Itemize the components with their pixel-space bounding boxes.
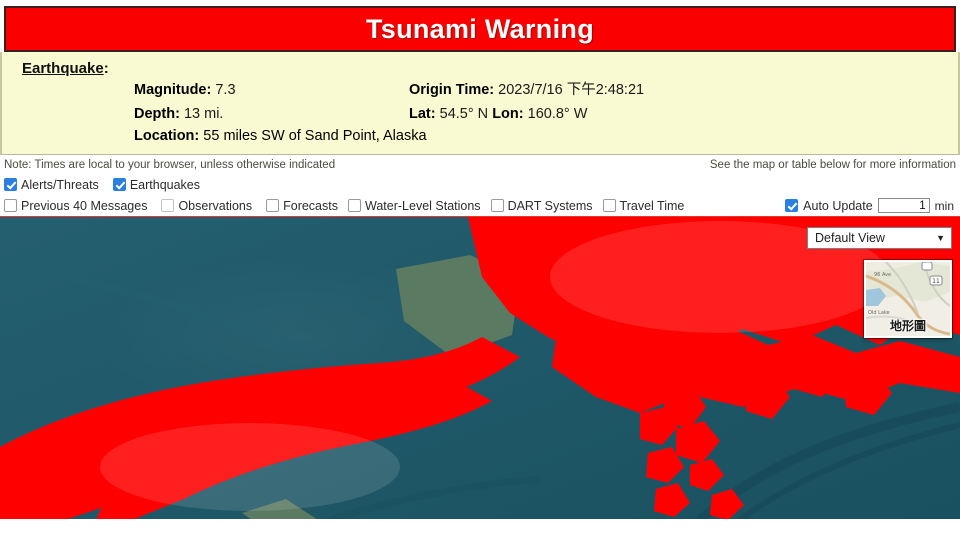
- checkbox-previous-40-messages-box[interactable]: [4, 199, 17, 212]
- map-view-select[interactable]: Default View ▼: [807, 227, 952, 249]
- map-type-label: 地形圖: [889, 319, 926, 333]
- layer-toggles-row-1: Alerts/Threats Earthquakes: [4, 174, 956, 195]
- checkbox-forecasts[interactable]: Forecasts: [266, 199, 338, 213]
- magnitude-row: Magnitude: 7.3: [134, 80, 409, 101]
- layer-toggles-row-2: Previous 40 Messages Observations Foreca…: [4, 195, 956, 216]
- map-view-select-value: Default View: [815, 231, 885, 245]
- checkbox-dart-systems[interactable]: DART Systems: [490, 198, 593, 213]
- auto-update-group: Auto Update min: [785, 198, 954, 213]
- layer-toggles: Alerts/Threats Earthquakes Previous 40 M…: [0, 173, 960, 216]
- checkbox-earthquakes-label: Earthquakes: [129, 177, 200, 192]
- magnitude-label: Magnitude:: [134, 82, 212, 98]
- note-right-text: See the map or table below for more info…: [709, 158, 956, 171]
- checkbox-observations[interactable]: Observations: [161, 199, 252, 213]
- origin-time-value: 2023/7/16 下午2:48:21: [498, 82, 645, 98]
- origin-time-row: Origin Time: 2023/7/16 下午2:48:21: [409, 80, 952, 101]
- earthquake-info-panel: Earthquake: Magnitude: 7.3 Origin Time: …: [0, 52, 960, 155]
- checkbox-alerts-threats[interactable]: Alerts/Threats: [4, 178, 99, 192]
- lon-value: 160.8° W: [527, 106, 588, 123]
- lon-label: Lon:: [492, 106, 524, 123]
- checkbox-dart-systems-label: DART Systems: [507, 198, 593, 213]
- checkbox-previous-40-messages-label: Previous 40 Messages: [21, 198, 148, 213]
- note-left-text: Note: Times are local to your browser, u…: [4, 158, 336, 171]
- checkbox-travel-time-box[interactable]: [602, 199, 616, 212]
- map-geometry-layer: [0, 217, 960, 519]
- auto-update-interval-input[interactable]: [877, 198, 930, 213]
- tsunami-warning-banner: Tsunami Warning: [4, 6, 956, 52]
- lat-label: Lat:: [409, 106, 436, 123]
- magnitude-value: 7.3: [215, 82, 236, 98]
- banner-container: Tsunami Warning: [0, 0, 960, 52]
- checkbox-forecasts-label: Forecasts: [283, 198, 338, 213]
- origin-time-label: Origin Time:: [409, 82, 495, 98]
- depth-label: Depth:: [134, 106, 180, 123]
- checkbox-travel-time-label: Travel Time: [619, 198, 685, 213]
- depth-value: 13 mi.: [183, 106, 224, 123]
- lat-value: 54.5° N: [439, 106, 489, 123]
- note-row: Note: Times are local to your browser, u…: [0, 155, 960, 173]
- svg-text:Old Lake: Old Lake: [868, 310, 890, 316]
- depth-row: Depth: 13 mi.: [134, 104, 409, 125]
- checkbox-water-level-stations-label: Water-Level Stations: [365, 198, 481, 213]
- page-title: Tsunami Warning: [365, 13, 594, 44]
- checkbox-observations-box[interactable]: [161, 199, 175, 212]
- checkbox-water-level-stations-box[interactable]: [348, 199, 361, 212]
- svg-text:11: 11: [932, 278, 940, 285]
- checkbox-alerts-threats-label: Alerts/Threats: [21, 177, 99, 192]
- location-row: Location: 55 miles SW of Sand Point, Ala…: [134, 128, 952, 144]
- map-type-switcher[interactable]: 11 96 Ave Old Lake 地形圖: [864, 260, 952, 338]
- checkbox-previous-40-messages[interactable]: Previous 40 Messages: [4, 199, 147, 213]
- chevron-down-icon: ▼: [936, 232, 945, 243]
- earthquake-heading: Earthquake:: [22, 60, 952, 77]
- tsunami-map[interactable]: Default View ▼ 11 96 Ave Old Lake 地形圖: [0, 216, 960, 519]
- checkbox-forecasts-box[interactable]: [266, 199, 280, 212]
- checkbox-earthquakes[interactable]: Earthquakes: [112, 177, 200, 192]
- checkbox-auto-update-box[interactable]: [785, 199, 799, 212]
- coordinates-row: Lat: 54.5° N Lon: 160.8° W: [409, 104, 952, 125]
- auto-update-unit-label: min: [934, 198, 954, 213]
- location-value: 55 miles SW of Sand Point, Alaska: [203, 128, 427, 145]
- checkbox-alerts-threats-box[interactable]: [4, 178, 17, 191]
- checkbox-earthquakes-box[interactable]: [112, 178, 126, 191]
- location-label: Location:: [134, 128, 200, 145]
- checkbox-water-level-stations[interactable]: Water-Level Stations: [348, 199, 481, 213]
- tsunami-warning-page: Tsunami Warning Earthquake: Magnitude: 7…: [0, 0, 960, 540]
- auto-update-label: Auto Update: [803, 198, 873, 213]
- checkbox-travel-time[interactable]: Travel Time: [602, 198, 685, 213]
- checkbox-dart-systems-box[interactable]: [490, 199, 504, 212]
- checkbox-observations-label: Observations: [178, 198, 253, 213]
- earthquake-details-grid: Magnitude: 7.3 Origin Time: 2023/7/16 下午…: [134, 80, 952, 125]
- earthquake-heading-colon: :: [103, 60, 109, 77]
- earthquake-heading-text: Earthquake: [22, 60, 104, 77]
- svg-text:96 Ave: 96 Ave: [874, 272, 891, 278]
